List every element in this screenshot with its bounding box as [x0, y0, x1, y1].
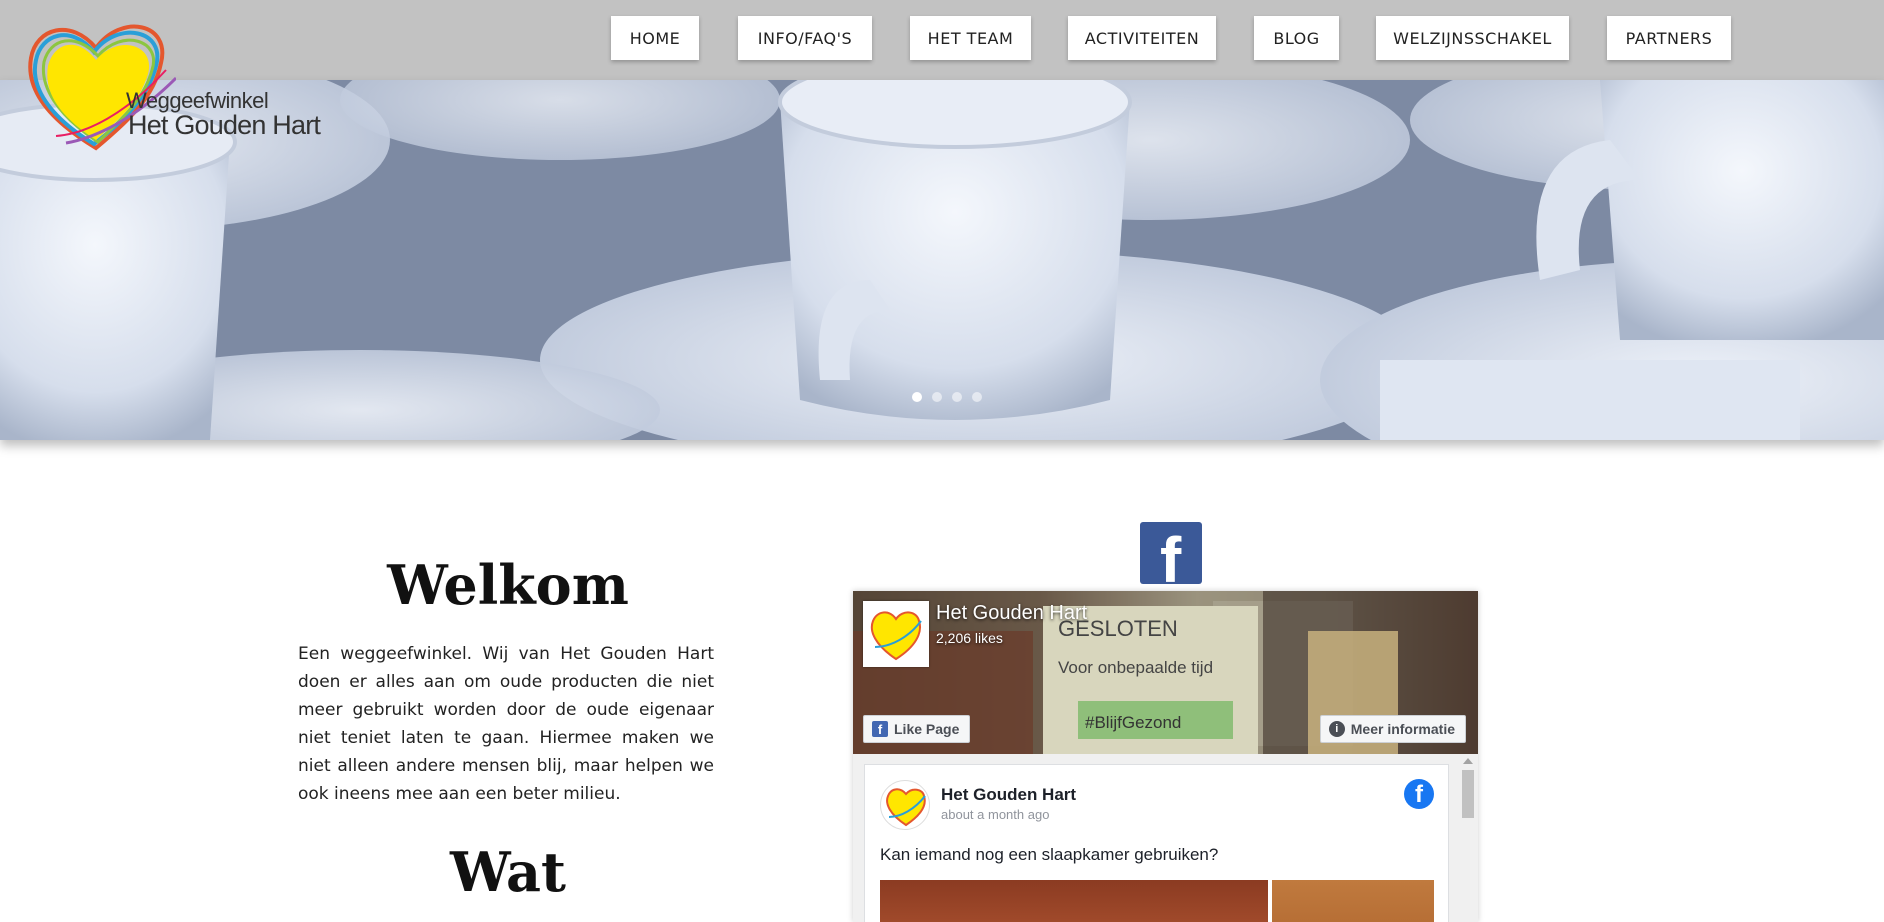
facebook-cover-photo[interactable]: GESLOTEN Voor onbepaalde tijd #BlijfGezo…	[853, 591, 1478, 754]
logo-line-2: Het Gouden Hart	[128, 110, 321, 140]
main-nav: HOME INFO/FAQ'S HET TEAM ACTIVITEITEN BL…	[0, 16, 1884, 60]
more-info-label: Meer informatie	[1350, 721, 1455, 737]
facebook-logo-glyph: f	[1160, 524, 1182, 584]
post-timestamp[interactable]: about a month ago	[941, 807, 1049, 822]
post-author-name[interactable]: Het Gouden Hart	[941, 785, 1076, 805]
facebook-feed-scrollbar[interactable]	[1460, 754, 1476, 922]
slider-dot-3[interactable]	[952, 392, 962, 402]
facebook-likes-count: 2,206 likes	[936, 630, 1003, 646]
facebook-page-name[interactable]: Het Gouden Hart	[936, 602, 1087, 625]
wat-heading: Wat	[450, 840, 566, 904]
scroll-up-arrow-icon[interactable]	[1463, 758, 1473, 764]
post-image-2[interactable]	[1272, 880, 1434, 922]
nav-info-faqs[interactable]: INFO/FAQ'S	[738, 16, 872, 60]
scrollbar-thumb[interactable]	[1462, 770, 1474, 818]
welkom-heading: Welkom	[387, 553, 629, 617]
slider-dot-4[interactable]	[972, 392, 982, 402]
slider-dot-1[interactable]	[912, 392, 922, 402]
post-author-avatar[interactable]	[880, 780, 930, 830]
nav-activiteiten[interactable]: ACTIVITEITEN	[1068, 16, 1216, 60]
facebook-more-info-button[interactable]: i Meer informatie	[1319, 715, 1466, 743]
welkom-paragraph: Een weggeefwinkel. Wij van Het Gouden Ha…	[298, 644, 714, 804]
cover-text-blijfgezond: #BlijfGezond	[1085, 713, 1181, 732]
facebook-round-icon[interactable]: f	[1404, 779, 1434, 809]
nav-partners[interactable]: PARTNERS	[1607, 16, 1731, 60]
facebook-f-icon: f	[872, 721, 888, 737]
post-image-1[interactable]	[880, 880, 1268, 922]
facebook-page-avatar[interactable]	[863, 601, 929, 667]
slider-dot-2[interactable]	[932, 392, 942, 402]
facebook-logo-icon[interactable]: f	[1140, 522, 1202, 584]
slider-dots	[912, 392, 982, 402]
post-avatar-heart-icon	[886, 788, 926, 827]
facebook-post: Het Gouden Hart about a month ago f Kan …	[864, 764, 1449, 922]
info-icon: i	[1328, 721, 1345, 737]
facebook-page-widget: GESLOTEN Voor onbepaalde tijd #BlijfGezo…	[853, 591, 1478, 922]
avatar-heart-icon	[870, 611, 922, 661]
nav-home[interactable]: HOME	[611, 16, 699, 60]
facebook-like-page-button[interactable]: f Like Page	[863, 715, 971, 743]
cover-text-onbepaalde: Voor onbepaalde tijd	[1058, 658, 1213, 677]
post-text: Kan iemand nog een slaapkamer gebruiken?	[880, 845, 1219, 864]
nav-blog[interactable]: BLOG	[1254, 16, 1339, 60]
nav-welzijnsschakel[interactable]: WELZIJNSSCHAKEL	[1376, 16, 1569, 60]
nav-het-team[interactable]: HET TEAM	[910, 16, 1031, 60]
like-page-label: Like Page	[894, 721, 960, 737]
